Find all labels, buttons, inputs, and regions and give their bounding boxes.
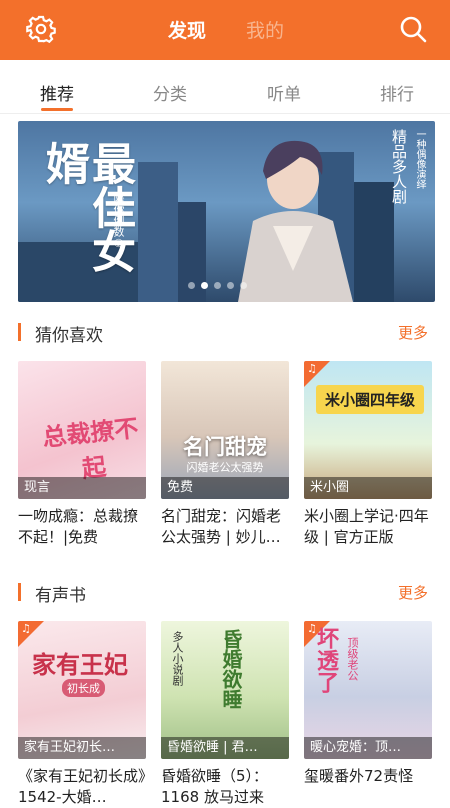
section-header-audiobooks: 有声书 更多 xyxy=(18,580,432,606)
sub-tab-bar: 推荐 分类 听单 排行 xyxy=(0,60,450,114)
cover-tag: 免费 xyxy=(161,477,289,499)
section-title: 有声书 xyxy=(35,586,86,606)
headphone-icon: ♫ xyxy=(307,362,317,375)
book-cover: 总裁撩不起 现言 xyxy=(18,361,146,499)
tab-playlists[interactable]: 听单 xyxy=(267,80,301,105)
book-card[interactable]: 名门甜宠 闪婚老公太强势 免费 名门甜宠：闪婚老公太强势 | 妙儿… xyxy=(161,361,289,548)
book-card[interactable]: 米小圈四年级 ♫ 米小圈 米小圈上学记·四年级 | 官方正版 xyxy=(304,361,432,548)
cover-tag: 米小圈 xyxy=(304,477,432,499)
book-card[interactable]: ♫ 家有王妃 初长成 家有王妃初长… 《家有王妃初长成》1542-大婚… xyxy=(18,621,146,808)
cover-art-text: 名门甜宠 xyxy=(183,435,267,459)
cover-art-subtext: 多人小说剧 xyxy=(171,631,184,686)
more-link[interactable]: 更多 xyxy=(398,582,428,603)
carousel-dots[interactable] xyxy=(188,282,247,289)
cover-tag: 现言 xyxy=(18,477,146,499)
book-title: 一吻成瘾：总裁撩不起！|免费 xyxy=(18,507,139,546)
book-cover: ♫ 坏透了 顶级老公 暖心宠婚：顶… xyxy=(304,621,432,759)
gear-icon[interactable] xyxy=(26,14,56,44)
cover-art-text: 家有王妃 xyxy=(32,651,128,679)
book-card[interactable]: ♫ 坏透了 顶级老公 暖心宠婚：顶… 玺暖番外72责怪 xyxy=(304,621,432,808)
carousel-dot-active[interactable] xyxy=(201,282,208,289)
cover-art-subtext: 顶级老公 xyxy=(346,637,359,681)
book-title: 名门甜宠：闪婚老公太强势 | 妙儿… xyxy=(161,507,282,546)
book-title: 昏婚欲睡（5）：1168 放马过来 xyxy=(161,767,269,806)
cover-art-text: 昏婚欲睡 xyxy=(219,629,243,709)
section-accent-bar xyxy=(18,323,21,341)
book-card[interactable]: 总裁撩不起 现言 一吻成瘾：总裁撩不起！|免费 xyxy=(18,361,146,548)
book-title: 《家有王妃初长成》1542-大婚… xyxy=(18,767,146,806)
active-tab-indicator xyxy=(41,108,73,111)
promo-banner[interactable]: 最佳女婿 陪你倒数⑨ 精品多人剧 一种偶像演绎 xyxy=(18,121,435,302)
cover-art-subtext: 初长成 xyxy=(62,679,105,697)
more-link[interactable]: 更多 xyxy=(398,322,428,343)
cover-art-text: 米小圈四年级 xyxy=(316,385,424,414)
banner-slogan-small: 一种偶像演绎 xyxy=(414,129,425,189)
tab-ranking[interactable]: 排行 xyxy=(380,80,414,105)
tab-discover[interactable]: 发现 xyxy=(168,16,206,43)
cover-tag: 家有王妃初长… xyxy=(18,737,146,759)
section-title: 猜你喜欢 xyxy=(35,326,103,346)
tab-category[interactable]: 分类 xyxy=(153,80,187,105)
carousel-dot[interactable] xyxy=(240,282,247,289)
book-cover: 名门甜宠 闪婚老公太强势 免费 xyxy=(161,361,289,499)
cover-tag: 昏婚欲睡 | 君… xyxy=(161,737,289,759)
top-bar: 发现 我的 xyxy=(0,0,450,60)
carousel-dot[interactable] xyxy=(188,282,195,289)
book-cover: ♫ 家有王妃 初长成 家有王妃初长… xyxy=(18,621,146,759)
book-card[interactable]: 昏婚欲睡 多人小说剧 昏婚欲睡 | 君… 昏婚欲睡（5）：1168 放马过来 xyxy=(161,621,289,808)
cover-tag: 暖心宠婚：顶… xyxy=(304,737,432,759)
section-header-guess-you-like: 猜你喜欢 更多 xyxy=(18,320,432,346)
book-cover: 米小圈四年级 ♫ 米小圈 xyxy=(304,361,432,499)
book-title: 玺暖番外72责怪 xyxy=(304,767,414,785)
carousel-dot[interactable] xyxy=(227,282,234,289)
cover-art-subtext: 闪婚老公太强势 xyxy=(186,461,264,474)
book-title: 米小圈上学记·四年级 | 官方正版 xyxy=(304,507,429,546)
cover-art-text: 坏透了 xyxy=(313,627,338,693)
tab-mine[interactable]: 我的 xyxy=(246,16,284,43)
search-icon[interactable] xyxy=(398,14,428,44)
tab-recommend[interactable]: 推荐 xyxy=(40,80,74,105)
book-cover: 昏婚欲睡 多人小说剧 昏婚欲睡 | 君… xyxy=(161,621,289,759)
headphone-icon: ♫ xyxy=(21,622,31,635)
banner-slogan: 精品多人剧 xyxy=(390,129,408,204)
carousel-dot[interactable] xyxy=(214,282,221,289)
banner-subtitle: 陪你倒数⑨ xyxy=(112,193,125,250)
character-illustration xyxy=(238,140,353,302)
building xyxy=(138,162,178,302)
section-accent-bar xyxy=(18,583,21,601)
